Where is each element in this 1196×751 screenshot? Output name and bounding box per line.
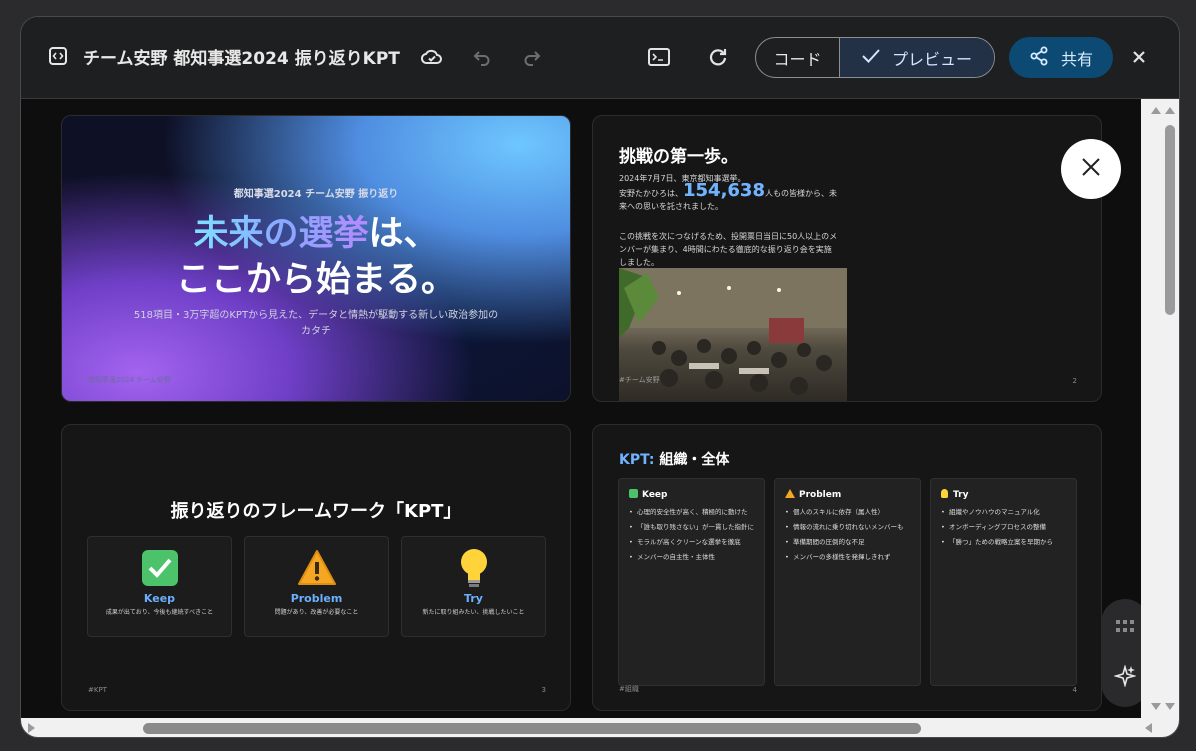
list-item: メンバーの多様性を発揮しきれず [785,552,912,562]
kpt-card-keep: Keep 成果が出ており、今後も継続すべきこと [87,536,232,637]
slide-3[interactable]: 振り返りのフレームワーク「KPT」 Keep 成果が出ており、今後も継続すべきこ… [61,424,571,711]
app-window: チーム安野 都知事選2024 振り返りKPT コード プレビュー 共有 都知事選… [20,16,1180,738]
kpt-column-try: Try 組織やノウハウのマニュアル化 オンボーディングプロセスの整備 「勝つ」た… [930,478,1077,686]
page-number: 4 [1072,686,1077,694]
close-overlay-button[interactable] [1061,139,1121,199]
list-item: 心理的安全性が高く、積極的に動けた [629,507,756,517]
code-tab[interactable]: コード [756,38,839,77]
column-head-label: Problem [799,490,842,500]
list-item: オンボーディングプロセスの整備 [941,522,1068,532]
card-desc: 新たに取り組みたい、挑戦したいこと [422,609,525,616]
headline-line2: ここから始まる。 [175,260,456,300]
grid-icon[interactable] [1116,619,1134,638]
list-item: メンバーの自主性・主体性 [629,552,756,562]
code-box-icon [47,45,69,67]
kpt-column-problem: Problem 個人のスキルに依存（属人性） 情報の流れに乗り切れないメンバーも… [774,478,921,686]
warning-icon [785,489,799,500]
undo-icon[interactable] [471,46,493,68]
page-number: 2 [1072,377,1077,385]
list-item: モラルが高くクリーンな選挙を徹底 [629,537,756,547]
list-item: 情報の流れに乗り切れないメンバーも [785,522,912,532]
check-box-icon [629,489,638,498]
slide-title: 振り返りのフレームワーク「KPT」 [170,501,462,522]
floating-tools [1101,599,1141,707]
card-label: Problem [290,592,343,605]
code-tab-label: コード [773,49,822,69]
close-icon [1080,156,1102,182]
column-head-label: Keep [642,490,668,500]
card-desc: 問題があり、改善が必要なこと [274,609,359,616]
list-item: 「勝つ」ための戦略立案を早期から [941,537,1068,547]
close-icon[interactable] [1129,47,1149,67]
slide-subtitle: 518項目・3万字超のKPTから見えた、データと情熱が駆動する新しい政治参加のカ… [133,310,499,337]
slide-footer: #KPT [88,686,107,694]
column-head-label: Try [953,490,969,500]
cloud-check-icon[interactable] [419,44,445,70]
sparkle-icon[interactable] [1113,664,1137,691]
title-accent: KPT: [619,452,655,468]
list-item: 個人のスキルに依存（属人性） [785,507,912,517]
column-head: Try [941,489,968,500]
card-desc: 成果が出ており、今後も継続すべきこと [105,609,214,616]
headline-highlight: 未来の選挙 [193,214,369,254]
redo-icon[interactable] [521,46,543,68]
refresh-icon[interactable] [707,46,729,68]
slide-4[interactable]: KPT: 組織・全体 Keep 心理的安全性が高く、積極的に動けた 「誰も取り残… [592,424,1102,711]
preview-tab[interactable]: プレビュー [839,38,994,77]
horizontal-scrollbar[interactable] [21,718,1179,737]
warning-icon [297,549,337,591]
vote-count: 154,638 [683,180,765,201]
kpt-column-keep: Keep 心理的安全性が高く、積極的に動けた 「誰も取り残さない」が一貫した指針… [618,478,765,686]
slide-footer: #チーム安野 [619,376,660,384]
slide-title: KPT: 組織・全体 [619,449,729,469]
slide-footer: 都知事選2024 チーム安野 [88,376,171,384]
column-head: Keep [629,489,667,500]
slide-title: 挑戦の第一歩。 [619,147,738,167]
lightbulb-icon [941,489,948,498]
para-pre: 安野たかひろは、 [619,189,683,198]
title-rest: 組織・全体 [654,452,730,468]
slide-1[interactable]: 都知事選2024 チーム安野 振り返り 未来の選挙は、 ここから始まる。 518… [61,115,571,402]
share-icon [1029,46,1049,70]
card-label: Try [464,592,483,605]
column-head: Problem [785,489,841,500]
list-item: 組織やノウハウのマニュアル化 [941,507,1068,517]
check-icon [862,48,880,68]
document-title: チーム安野 都知事選2024 振り返りKPT [83,49,400,69]
preview-tab-label: プレビュー [891,49,972,69]
headline-rest: は、 [368,214,439,254]
slide-kicker: 都知事選2024 チーム安野 振り返り [233,189,399,200]
slide-footer: #組織 [619,685,639,693]
slide-paragraph-1: 安野たかひろは、154,638人もの皆様から、未来への思いを託されました。 [619,182,839,213]
slide-headline: 未来の選挙は、 ここから始まる。 [62,211,570,303]
card-label: Keep [143,592,176,605]
horizontal-scrollbar-graphic [28,723,1152,734]
page-number: 3 [541,686,546,694]
vertical-scrollbar-graphic [1151,107,1175,710]
slide-2[interactable]: 挑戦の第一歩。 2024年7月7日、東京都知事選挙。 安野たかひろは、154,6… [592,115,1102,402]
list-item: 「誰も取り残さない」が一貫した指針に [629,522,756,532]
kpt-card-try: Try 新たに取り組みたい、挑戦したいこと [401,536,546,637]
kpt-card-problem: Problem 問題があり、改善が必要なこと [244,536,389,637]
share-button[interactable]: 共有 [1009,37,1113,78]
view-toggle: コード プレビュー [755,37,995,78]
terminal-icon[interactable] [647,46,671,68]
top-toolbar: チーム安野 都知事選2024 振り返りKPT コード プレビュー 共有 [21,17,1179,99]
vertical-scrollbar[interactable] [1141,99,1179,718]
preview-canvas: 都知事選2024 チーム安野 振り返り 未来の選挙は、 ここから始まる。 518… [21,99,1141,718]
lightbulb-icon [458,547,490,593]
slide-paragraph-2: この挑戦を次につなげるため、投開票日当日に50人以上のメンバーが集まり、4時間に… [619,232,838,267]
list-item: 準備期間の圧倒的な不足 [785,537,912,547]
share-button-label: 共有 [1060,49,1093,69]
check-box-icon [141,549,179,591]
